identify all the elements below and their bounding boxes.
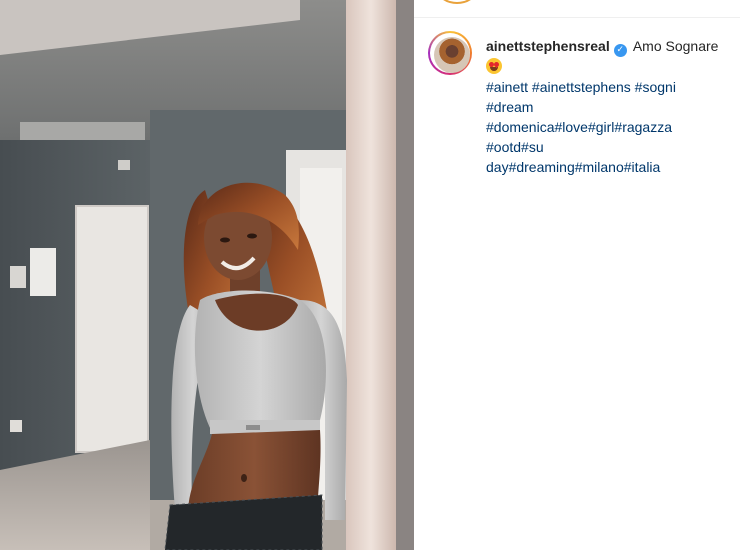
post-caption: ainettstephensreal ✓ Amo Sognare #ainett … — [486, 36, 726, 177]
hashtag-line[interactable]: #ainett #ainettstephens #sogni — [486, 79, 676, 95]
hashtag-line[interactable]: day#dreaming#milano#italia — [486, 159, 660, 175]
caption-text: Amo Sognare — [632, 38, 719, 54]
username-link[interactable]: ainettstephensreal — [486, 38, 610, 54]
hashtag-line[interactable]: #ootd#su — [486, 139, 544, 155]
hashtag-line[interactable]: #domenica#love#girl#ragazza — [486, 119, 672, 135]
post-photo[interactable] — [0, 0, 414, 550]
caption-panel: ainettstephensreal ✓ Amo Sognare #ainett … — [414, 0, 740, 550]
avatar-gap — [430, 33, 470, 73]
hashtag-line[interactable]: #dream — [486, 99, 533, 115]
story-ring[interactable] — [428, 31, 472, 75]
avatar[interactable] — [434, 37, 470, 73]
divider — [414, 17, 740, 18]
heart-eyes-emoji-icon — [486, 58, 502, 74]
verified-badge-icon: ✓ — [613, 44, 627, 57]
previous-avatar-edge — [438, 0, 476, 4]
